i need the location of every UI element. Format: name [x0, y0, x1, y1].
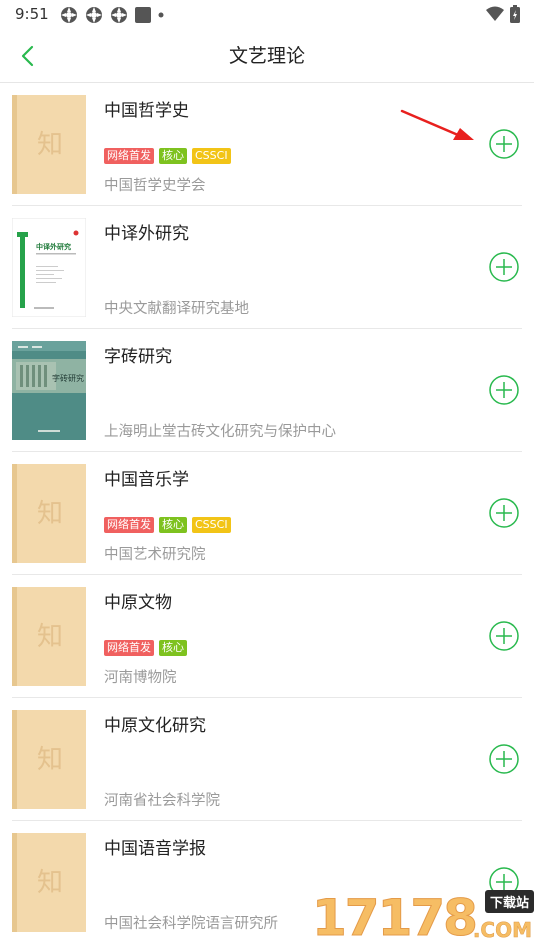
journal-publisher: 河南省社会科学院 [104, 793, 220, 809]
status-notification-icons [60, 6, 164, 24]
journal-item[interactable]: 字砖研究 字砖研究 上海明止堂古砖文化研究与保护中心 [12, 329, 522, 452]
notification-icon [61, 7, 77, 23]
plus-circle-icon [489, 252, 519, 282]
watermark-number: 17178 [312, 889, 479, 948]
journal-publisher: 上海明止堂古砖文化研究与保护中心 [104, 424, 336, 440]
notification-icon [111, 7, 127, 23]
journal-title: 中原文化研究 [104, 716, 206, 736]
journal-tags: 网络首发 核心 CSSCI [104, 148, 231, 164]
journal-cover: 字砖研究 [12, 341, 86, 440]
journal-item[interactable]: 知 中原文物 网络首发 核心 河南博物院 [12, 575, 522, 698]
status-system-icons [486, 5, 520, 23]
cover-watermark-char: 知 [37, 499, 63, 529]
tag-badge: CSSCI [192, 148, 231, 164]
journal-publisher: 中央文献翻译研究基地 [104, 301, 249, 317]
site-watermark: 17178 下载站 .COM [312, 888, 534, 950]
journal-tags: 网络首发 核心 CSSCI [104, 517, 231, 533]
journal-cover: 知 [12, 464, 86, 563]
wifi-icon [486, 6, 504, 21]
tag-badge: 网络首发 [104, 148, 154, 164]
plus-circle-icon [489, 375, 519, 405]
journal-item[interactable]: 中译外研究 中译外研究 中央文献翻译研究基地 [12, 206, 522, 329]
cover-watermark-char: 知 [37, 130, 63, 160]
cover-watermark-char: 知 [37, 622, 63, 652]
journal-item[interactable]: 知 中国音乐学 网络首发 核心 CSSCI 中国艺术研究院 [12, 452, 522, 575]
add-subscribe-button[interactable] [488, 620, 520, 652]
journal-tags: 网络首发 核心 [104, 640, 187, 656]
cover-title-text: 中译外研究 [36, 242, 71, 251]
plus-circle-icon [489, 498, 519, 528]
journal-cover: 知 [12, 833, 86, 932]
battery-icon [510, 5, 520, 23]
add-subscribe-button[interactable] [488, 251, 520, 283]
status-bar: 9:51 [0, 0, 534, 28]
add-subscribe-button[interactable] [488, 497, 520, 529]
plus-circle-icon [489, 129, 519, 159]
tag-badge: CSSCI [192, 517, 231, 533]
page-title: 文艺理论 [228, 45, 305, 67]
journal-title: 中国哲学史 [104, 101, 189, 121]
tag-badge: 核心 [159, 148, 187, 164]
tag-badge: 核心 [159, 640, 187, 656]
journal-publisher: 中国哲学史学会 [104, 178, 206, 194]
notification-icon [86, 7, 102, 23]
status-time: 9:51 [15, 5, 49, 23]
cover-watermark-char: 知 [37, 868, 63, 898]
annotation-arrow [400, 109, 474, 140]
journal-list: 知 中国哲学史 网络首发 核心 CSSCI 中国哲学史学会 中译外研究 中译外研… [0, 83, 534, 943]
journal-title: 字砖研究 [104, 347, 172, 367]
square-notification-icon [135, 7, 151, 23]
cover-watermark-char: 知 [37, 745, 63, 775]
journal-cover: 知 [12, 95, 86, 194]
add-subscribe-button[interactable] [488, 374, 520, 406]
journal-title: 中原文物 [104, 593, 172, 613]
journal-publisher: 中国艺术研究院 [104, 547, 206, 563]
journal-item[interactable]: 知 中原文化研究 河南省社会科学院 [12, 698, 522, 821]
journal-publisher: 中国社会科学院语言研究所 [104, 916, 278, 932]
journal-title: 中译外研究 [104, 224, 189, 244]
cover-title-text: 字砖研究 [52, 373, 84, 383]
add-subscribe-button[interactable] [488, 128, 520, 160]
journal-item[interactable]: 知 中国哲学史 网络首发 核心 CSSCI 中国哲学史学会 [12, 83, 522, 206]
journal-cover: 知 [12, 710, 86, 809]
plus-circle-icon [489, 621, 519, 651]
tag-badge: 网络首发 [104, 640, 154, 656]
add-subscribe-button[interactable] [488, 743, 520, 775]
tag-badge: 核心 [159, 517, 187, 533]
dot-icon [158, 12, 164, 18]
journal-publisher: 河南博物院 [104, 670, 177, 686]
app-header: 文艺理论 [0, 28, 534, 83]
tag-badge: 网络首发 [104, 517, 154, 533]
plus-circle-icon [489, 744, 519, 774]
journal-cover: 中译外研究 [12, 218, 86, 317]
journal-title: 中国语音学报 [104, 839, 206, 859]
watermark-suffix: .COM [472, 918, 533, 943]
journal-title: 中国音乐学 [104, 470, 189, 490]
watermark-badge: 下载站 [484, 890, 534, 913]
journal-cover: 知 [12, 587, 86, 686]
